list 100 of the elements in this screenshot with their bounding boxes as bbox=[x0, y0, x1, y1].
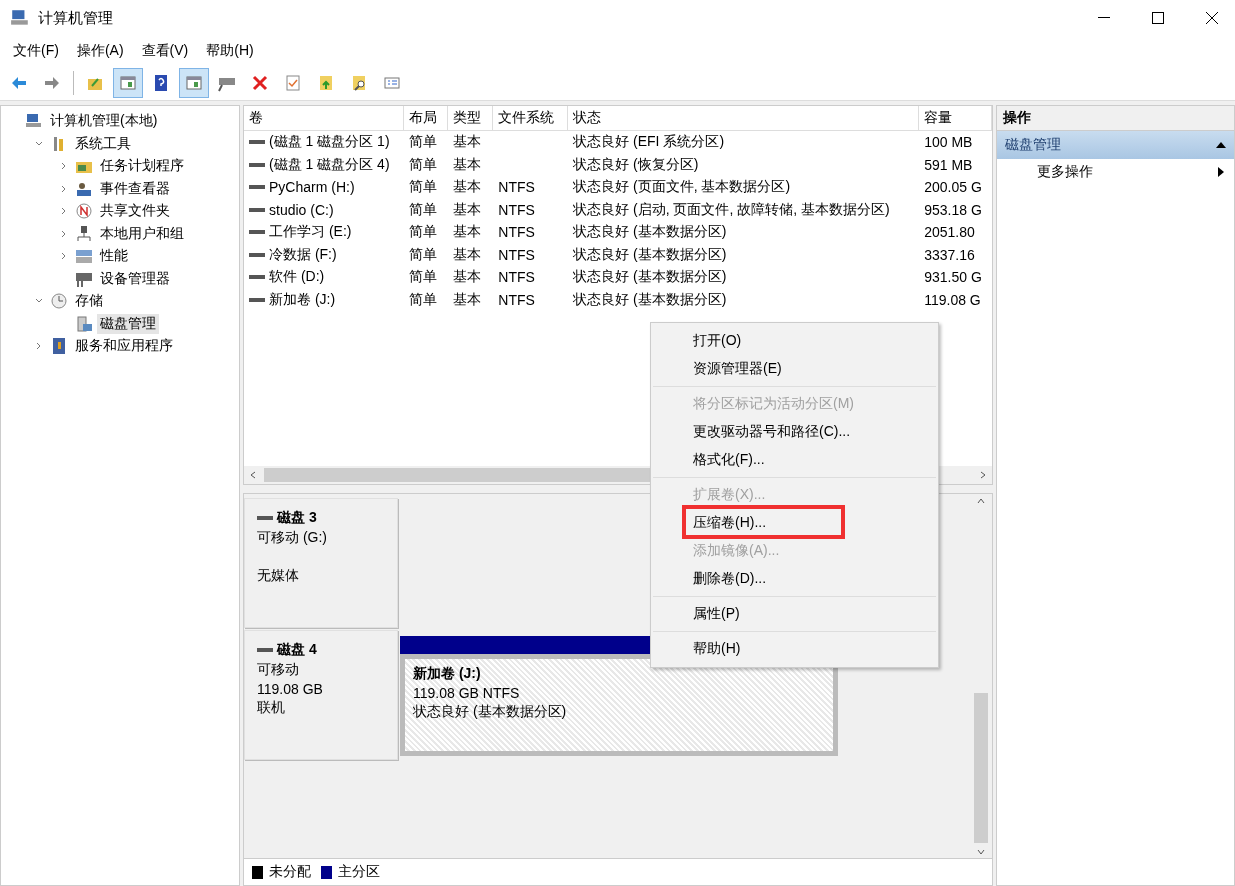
forward-arrow-icon bbox=[43, 74, 61, 92]
table-cell: 状态良好 (EFI 系统分区) bbox=[573, 133, 725, 152]
toolbar-button[interactable] bbox=[179, 68, 209, 98]
table-cell: 200.05 G bbox=[924, 179, 982, 196]
table-cell: 2051.80 bbox=[924, 224, 975, 241]
tree-item[interactable]: 设备管理器 bbox=[97, 268, 173, 289]
menu-item[interactable]: 格式化(F)... bbox=[693, 451, 765, 469]
table-cell: 931.50 G bbox=[924, 269, 982, 286]
table-cell: NTFS bbox=[498, 291, 535, 308]
minimize-icon bbox=[1098, 17, 1110, 19]
menu-item[interactable]: 操作(A) bbox=[67, 42, 133, 60]
table-cell: 简单 bbox=[408, 200, 437, 219]
tree-item[interactable]: 事件查看器 bbox=[97, 178, 173, 199]
table-cell: 状态良好 (基本数据分区) bbox=[573, 268, 727, 287]
table-cell: 基本 bbox=[453, 133, 482, 152]
submenu-triangle-icon bbox=[1218, 167, 1224, 177]
chevron-right-icon[interactable] bbox=[60, 207, 68, 216]
tree-item[interactable]: 服务和应用程序 bbox=[72, 336, 176, 357]
table-cell: 简单 bbox=[408, 223, 437, 242]
table-cell: (磁盘 1 磁盘分区 1) bbox=[269, 133, 390, 152]
menu-item[interactable]: 属性(P) bbox=[693, 605, 740, 623]
chevron-right-icon[interactable] bbox=[35, 342, 43, 351]
action-link[interactable]: 更多操作 bbox=[1037, 163, 1093, 181]
disk-size: 119.08 GB bbox=[257, 681, 324, 697]
partition-size: 119.08 GB NTFS bbox=[413, 685, 521, 701]
column-header[interactable]: 状态 bbox=[568, 106, 920, 130]
column-header[interactable]: 容量 bbox=[919, 106, 992, 130]
chevron-right-icon[interactable] bbox=[60, 162, 68, 171]
menu-item[interactable]: 查看(V) bbox=[132, 42, 198, 60]
menu-item[interactable]: 压缩卷(H)... bbox=[693, 514, 767, 532]
folder-up-icon bbox=[317, 74, 335, 92]
menu-item[interactable]: 删除卷(D)... bbox=[693, 570, 767, 588]
chevron-up-icon[interactable] bbox=[977, 498, 985, 504]
computer-icon bbox=[10, 8, 30, 28]
chevron-down-icon[interactable] bbox=[977, 849, 985, 855]
tree-item[interactable]: 共享文件夹 bbox=[97, 201, 173, 222]
table-cell: 工作学习 (E:) bbox=[269, 223, 352, 242]
toolbar-button[interactable] bbox=[113, 68, 143, 98]
tree-item[interactable]: 计算机管理(本地) bbox=[47, 111, 161, 132]
menu-item[interactable]: 帮助(H) bbox=[197, 42, 263, 60]
table-cell: NTFS bbox=[498, 201, 535, 218]
table-cell: (磁盘 1 磁盘分区 4) bbox=[269, 155, 390, 174]
close-icon bbox=[1206, 12, 1218, 24]
chevron-right-icon[interactable] bbox=[60, 252, 68, 261]
menu-item[interactable]: 更改驱动器号和路径(C)... bbox=[693, 423, 851, 441]
tree-item[interactable]: 任务计划程序 bbox=[97, 156, 187, 177]
actions-section[interactable]: 磁盘管理 bbox=[997, 131, 1234, 159]
tree-item[interactable]: 本地用户和组 bbox=[97, 223, 187, 244]
event-log-icon bbox=[50, 337, 68, 356]
disk-status: 无媒体 bbox=[257, 567, 300, 585]
tree-item[interactable]: 性能 bbox=[97, 246, 131, 267]
table-cell: 状态良好 (基本数据分区) bbox=[573, 245, 727, 264]
table-cell: PyCharm (H:) bbox=[269, 179, 355, 196]
properties-icon bbox=[383, 74, 401, 92]
delete-icon bbox=[251, 74, 269, 92]
disk-type: 可移动 (G:) bbox=[257, 529, 328, 547]
storage-icon bbox=[75, 247, 93, 266]
help-icon bbox=[152, 74, 170, 92]
table-cell: NTFS bbox=[498, 246, 535, 263]
column-header[interactable]: 卷 bbox=[244, 106, 404, 130]
chevron-right-icon[interactable] bbox=[60, 184, 68, 193]
table-cell: 状态良好 (启动, 页面文件, 故障转储, 基本数据分区) bbox=[573, 200, 890, 219]
table-cell: 119.08 G bbox=[924, 291, 981, 308]
table-cell: studio (C:) bbox=[269, 201, 334, 218]
column-header[interactable]: 类型 bbox=[448, 106, 494, 130]
table-cell: 状态良好 (基本数据分区) bbox=[573, 223, 727, 242]
menu-item[interactable]: 资源管理器(E) bbox=[693, 360, 782, 378]
partition-status: 状态良好 (基本数据分区) bbox=[413, 703, 568, 721]
tree-item[interactable]: 系统工具 bbox=[72, 133, 134, 154]
table-cell: 953.18 G bbox=[924, 201, 982, 218]
table-cell: 基本 bbox=[453, 223, 482, 242]
table-cell: 简单 bbox=[408, 155, 437, 174]
table-cell: 基本 bbox=[453, 245, 482, 264]
table-cell: NTFS bbox=[498, 269, 535, 286]
window-title: 计算机管理 bbox=[38, 8, 114, 28]
menu-item[interactable]: 打开(O) bbox=[693, 332, 742, 350]
chevron-right-icon[interactable] bbox=[980, 471, 986, 479]
legend-label: 主分区 bbox=[338, 863, 380, 881]
table-cell: 基本 bbox=[453, 178, 482, 197]
column-header[interactable]: 文件系统 bbox=[493, 106, 569, 130]
chevron-right-icon[interactable] bbox=[60, 229, 68, 238]
collapse-triangle-icon bbox=[1216, 142, 1226, 148]
table-cell: 基本 bbox=[453, 155, 482, 174]
tree-item[interactable]: 磁盘管理 bbox=[97, 313, 159, 334]
table-cell: 简单 bbox=[408, 268, 437, 287]
legend-label: 未分配 bbox=[269, 863, 311, 881]
server-icon bbox=[75, 314, 93, 333]
vertical-scrollbar[interactable] bbox=[972, 498, 990, 855]
chevron-down-icon[interactable] bbox=[35, 139, 43, 148]
chevron-left-icon[interactable] bbox=[250, 471, 256, 479]
folder-search-icon bbox=[350, 74, 368, 92]
column-header[interactable]: 布局 bbox=[403, 106, 449, 130]
tree-item[interactable]: 存储 bbox=[72, 291, 106, 312]
disk-name: 磁盘 3 bbox=[277, 509, 317, 527]
menu-item[interactable]: 文件(F) bbox=[4, 42, 68, 60]
disk-type: 可移动 bbox=[257, 661, 300, 679]
table-cell: 100 MB bbox=[924, 134, 973, 151]
table-cell: 简单 bbox=[408, 133, 437, 152]
table-cell: 简单 bbox=[408, 290, 437, 309]
table-cell: 冷数据 (F:) bbox=[269, 245, 337, 264]
